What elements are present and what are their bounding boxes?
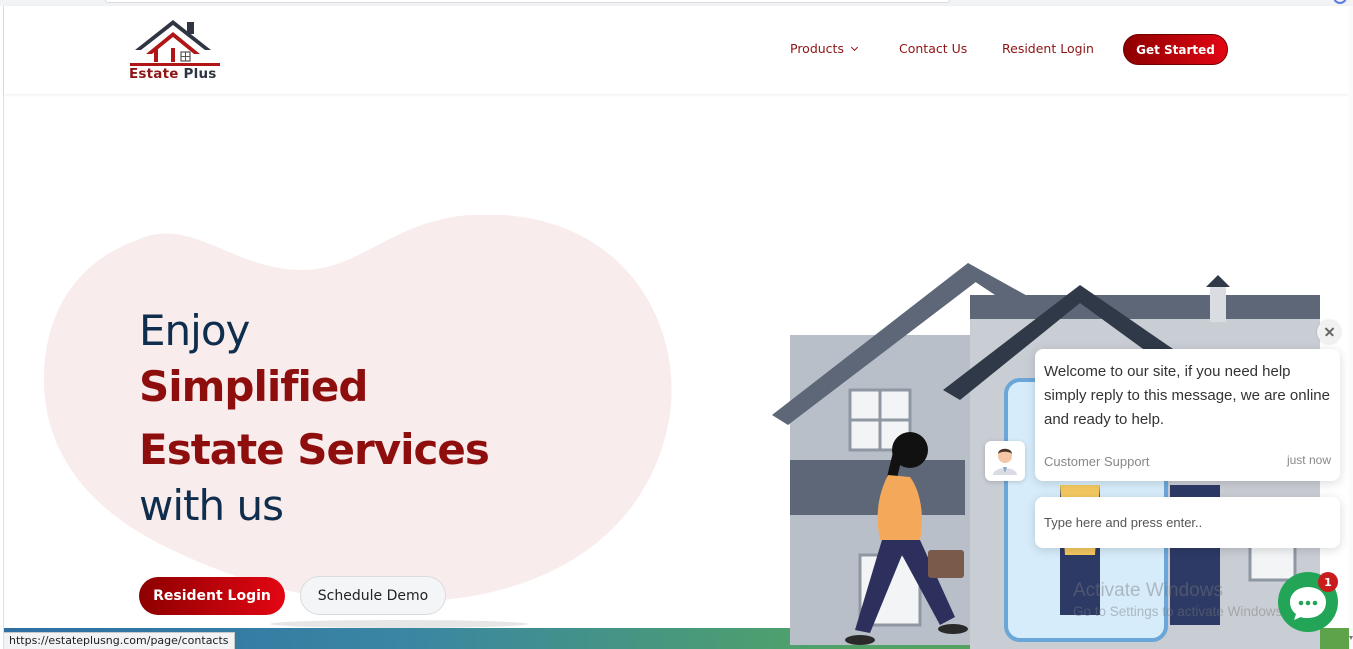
- page-left-border: [3, 6, 4, 649]
- hero-resident-login-button[interactable]: Resident Login: [139, 577, 285, 615]
- schedule-demo-button[interactable]: Schedule Demo: [300, 576, 446, 615]
- logo-wordmark: Estate Plus: [129, 66, 217, 82]
- scroll-down-icon[interactable]: [1349, 636, 1353, 640]
- get-started-button[interactable]: Get Started: [1123, 34, 1228, 65]
- nav-contact-us[interactable]: Contact Us: [899, 41, 967, 56]
- nav-products[interactable]: Products: [790, 41, 859, 56]
- chat-welcome-message: Welcome to our site, if you need help si…: [1035, 349, 1340, 481]
- chat-agent-name: Customer Support: [1044, 454, 1150, 469]
- chat-unread-badge: 1: [1318, 572, 1338, 592]
- logo-word-estate: Estate: [129, 66, 179, 82]
- site-header: Estate Plus Products Contact Us Resident…: [4, 6, 1349, 94]
- watermark-title: Activate Windows: [1073, 580, 1223, 601]
- chat-timestamp: just now: [1286, 453, 1331, 467]
- nav-resident-login[interactable]: Resident Login: [1002, 41, 1094, 56]
- hero-heading-line4: with us: [139, 481, 284, 530]
- house-roof-logo-icon: [130, 20, 220, 66]
- extension-icon[interactable]: [1333, 0, 1347, 4]
- hero-heading-line2: Simplified: [139, 362, 368, 411]
- nav-products-label: Products: [790, 41, 844, 56]
- windows-activation-watermark: Activate Windows Go to Settings to activ…: [1073, 580, 1286, 619]
- browser-address-edge: [105, 0, 950, 3]
- chat-message-input[interactable]: [1035, 497, 1340, 548]
- hero-heading-line3: Estate Services: [139, 425, 490, 474]
- status-bar-url: https://estateplusng.com/page/contacts: [4, 632, 235, 649]
- chat-message-text: Welcome to our site, if you need help si…: [1044, 363, 1330, 428]
- page-scrollbar[interactable]: [1349, 6, 1353, 649]
- brand-logo[interactable]: Estate Plus: [127, 16, 227, 86]
- button-shadow: [270, 620, 528, 628]
- chevron-down-icon: [850, 43, 859, 52]
- watermark-subtitle: Go to Settings to activate Windows.: [1073, 604, 1287, 619]
- chat-close-icon[interactable]: [1317, 320, 1341, 344]
- hero-background-blob: [43, 215, 672, 603]
- support-agent-icon: [985, 441, 1025, 481]
- logo-word-plus: Plus: [183, 66, 217, 82]
- hero-heading-line1: Enjoy: [139, 306, 250, 355]
